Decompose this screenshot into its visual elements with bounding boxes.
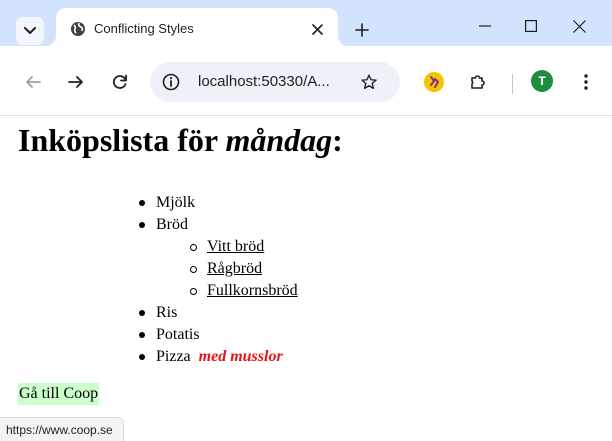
list-item-label: Potatis bbox=[156, 326, 200, 343]
heading-suffix: : bbox=[332, 122, 343, 158]
minimize-icon bbox=[479, 25, 491, 27]
bullet-icon bbox=[139, 332, 145, 338]
extension-logo-icon bbox=[424, 72, 444, 92]
list-item-label: Ris bbox=[156, 304, 178, 321]
sublist-item: Fullkornsbröd bbox=[190, 280, 298, 302]
tab-close-button[interactable] bbox=[306, 18, 328, 40]
new-tab-button[interactable] bbox=[348, 16, 376, 44]
circle-bullet-icon bbox=[190, 288, 197, 295]
extension-button[interactable] bbox=[420, 68, 448, 96]
forward-button[interactable] bbox=[62, 68, 90, 96]
kebab-menu-icon bbox=[584, 74, 588, 90]
profile-avatar[interactable]: T bbox=[531, 70, 553, 92]
sublist-link[interactable]: Fullkornsbröd bbox=[207, 282, 298, 299]
page-title: Inköpslista för måndag: bbox=[18, 122, 343, 159]
browser-toolbar: localhost:50330/A... T bbox=[0, 46, 612, 116]
circle-bullet-icon bbox=[190, 244, 197, 251]
bullet-icon bbox=[139, 200, 145, 206]
arrow-right-icon bbox=[68, 76, 83, 88]
list-item: Bröd bbox=[139, 214, 298, 236]
menu-button[interactable] bbox=[572, 68, 600, 96]
reload-button[interactable] bbox=[106, 68, 134, 96]
sublist-item: Vitt bröd bbox=[190, 236, 298, 258]
bullet-icon bbox=[139, 310, 145, 316]
puzzle-icon bbox=[471, 75, 485, 89]
circle-bullet-icon bbox=[190, 266, 197, 273]
address-bar[interactable]: localhost:50330/A... bbox=[150, 62, 400, 102]
info-icon[interactable] bbox=[162, 73, 180, 91]
list-item: Pizza med musslor bbox=[139, 346, 298, 368]
tab-search-button[interactable] bbox=[16, 17, 44, 45]
list-item: Mjölk bbox=[139, 192, 298, 214]
minimize-button[interactable] bbox=[462, 8, 508, 44]
sublist-link[interactable]: Vitt bröd bbox=[207, 238, 264, 255]
back-button[interactable] bbox=[19, 68, 47, 96]
toolbar-divider bbox=[512, 74, 513, 94]
list-item-label: Bröd bbox=[156, 216, 188, 233]
bookmark-button[interactable] bbox=[358, 71, 380, 93]
bullet-icon bbox=[139, 222, 145, 228]
status-bubble: https://www.coop.se bbox=[0, 417, 124, 441]
sublist-item: Rågbröd bbox=[190, 258, 298, 280]
tab-strip: Conflicting Styles bbox=[0, 0, 612, 46]
close-icon bbox=[311, 23, 323, 35]
list-item-label: Pizza bbox=[156, 348, 191, 365]
chevron-down-icon bbox=[24, 27, 36, 34]
close-icon bbox=[572, 19, 586, 33]
coop-link[interactable]: Gå till Coop bbox=[18, 383, 100, 405]
bullet-icon bbox=[139, 354, 145, 360]
maximize-button[interactable] bbox=[508, 8, 554, 44]
maximize-icon bbox=[525, 20, 537, 32]
page-content: Inköpslista för måndag: Mjölk Bröd Vitt … bbox=[0, 117, 612, 441]
tab-title: Conflicting Styles bbox=[94, 21, 194, 36]
bread-sublist: Vitt bröd Rågbröd Fullkornsbröd bbox=[139, 236, 298, 302]
window-close-button[interactable] bbox=[556, 8, 602, 44]
extensions-button[interactable] bbox=[464, 68, 492, 96]
globe-icon bbox=[71, 22, 85, 36]
heading-prefix: Inköpslista för bbox=[18, 122, 226, 158]
list-item: Ris bbox=[139, 302, 298, 324]
active-tab[interactable]: Conflicting Styles bbox=[56, 8, 338, 46]
url-text[interactable]: localhost:50330/A... bbox=[198, 73, 330, 90]
list-item-label: Mjölk bbox=[156, 194, 196, 211]
arrow-left-icon bbox=[26, 76, 41, 88]
pizza-emphasis: med musslor bbox=[198, 348, 283, 365]
star-icon bbox=[361, 74, 377, 90]
reload-icon bbox=[113, 74, 127, 89]
shopping-list: Mjölk Bröd Vitt bröd Rågbröd Fullkornsbr… bbox=[139, 192, 298, 368]
heading-day: måndag bbox=[225, 122, 333, 158]
list-item: Potatis bbox=[139, 324, 298, 346]
sublist-link[interactable]: Rågbröd bbox=[207, 260, 262, 277]
plus-icon bbox=[355, 23, 369, 37]
